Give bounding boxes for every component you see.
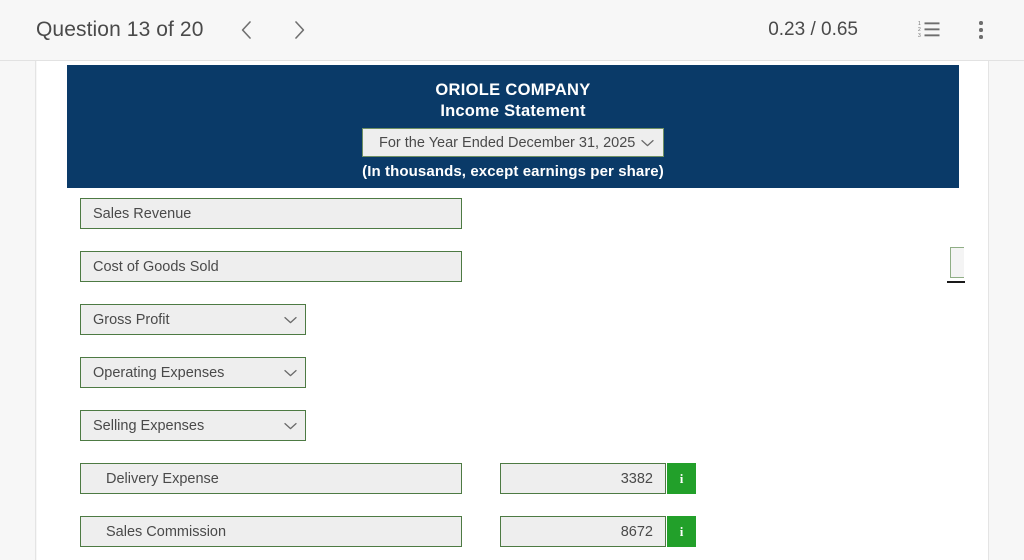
amount-value: 8672 [620, 523, 653, 540]
info-icon: i [679, 470, 684, 486]
line-item-select[interactable]: Selling Expenses [80, 410, 306, 441]
line-item-input[interactable]: Delivery Expense [80, 463, 462, 494]
amount-input[interactable]: 8672 [500, 516, 666, 547]
clipped-field-underline [947, 281, 965, 283]
info-icon: i [679, 523, 684, 539]
statement-title: Income Statement [440, 102, 586, 120]
units-note: (In thousands, except earnings per share… [362, 163, 664, 180]
line-item-input[interactable]: Sales Revenue [80, 198, 462, 229]
line-item-label: Delivery Expense [106, 470, 219, 487]
clipped-field-sliver[interactable] [950, 247, 964, 278]
question-list-button[interactable]: 1 2 3 [910, 11, 948, 49]
previous-question-button[interactable] [230, 13, 264, 47]
period-select[interactable]: For the Year Ended December 31, 2025 [362, 128, 664, 157]
line-item-input[interactable]: Cost of Goods Sold [80, 251, 462, 282]
score-display: 0.23 / 0.65 [768, 19, 858, 40]
chevron-down-icon [641, 134, 654, 152]
period-select-wrapper: For the Year Ended December 31, 2025 [67, 128, 959, 157]
chevron-down-icon [284, 364, 297, 382]
chevron-down-icon [284, 311, 297, 329]
question-navigation [230, 13, 317, 47]
svg-text:3: 3 [918, 33, 921, 38]
line-item-label: Selling Expenses [93, 417, 205, 434]
overflow-menu-button[interactable] [962, 11, 1000, 49]
line-item-select[interactable]: Gross Profit [80, 304, 306, 335]
line-item-row: Gross Profit [37, 298, 988, 351]
line-item-label: Sales Revenue [93, 205, 192, 222]
numbered-list-icon: 1 2 3 [918, 20, 940, 41]
amount-value: 3382 [620, 470, 653, 487]
line-item-label: Gross Profit [93, 311, 170, 328]
line-item-select[interactable]: Operating Expenses [80, 357, 306, 388]
line-item-label: Cost of Goods Sold [93, 258, 219, 275]
next-question-button[interactable] [283, 13, 317, 47]
info-button[interactable]: i [667, 516, 696, 547]
period-select-value: For the Year Ended December 31, 2025 [379, 134, 636, 151]
line-item-label: Sales Commission [106, 523, 227, 540]
question-counter: Question 13 of 20 [36, 18, 204, 41]
top-toolbar: Question 13 of 20 0.23 / 0.65 1 2 3 [0, 0, 1024, 61]
line-item-label: Operating Expenses [93, 364, 225, 381]
line-item-row: Sales Revenue [37, 192, 988, 245]
line-item-row: Sales Commission 8672 i [37, 510, 988, 560]
line-item-list: Sales Revenue Cost of Goods Sold Gross Pro… [37, 192, 988, 560]
company-name: ORIOLE COMPANY [435, 81, 591, 99]
exam-question-page: Question 13 of 20 0.23 / 0.65 1 2 3 ORIO… [0, 0, 1024, 560]
amount-input[interactable]: 3382 [500, 463, 666, 494]
line-item-row: Delivery Expense$3382i [37, 457, 988, 510]
page-gutter-left [0, 61, 36, 560]
line-item-row: Operating Expenses [37, 351, 988, 404]
chevron-right-icon [294, 21, 305, 39]
chevron-left-icon [241, 21, 252, 39]
line-item-input[interactable]: Sales Commission [80, 516, 462, 547]
toolbar-right-group: 0.23 / 0.65 1 2 3 [768, 11, 1024, 49]
worksheet-scroll-area[interactable]: ORIOLE COMPANY Income Statement For the … [37, 61, 988, 560]
line-item-row: Cost of Goods Sold [37, 245, 988, 298]
vertical-dots-menu-icon [979, 21, 983, 39]
statement-header: ORIOLE COMPANY Income Statement For the … [67, 65, 959, 188]
page-gutter-right [988, 61, 1024, 560]
chevron-down-icon [284, 417, 297, 435]
info-button[interactable]: i [667, 463, 696, 494]
line-item-row: Selling Expenses [37, 404, 988, 457]
